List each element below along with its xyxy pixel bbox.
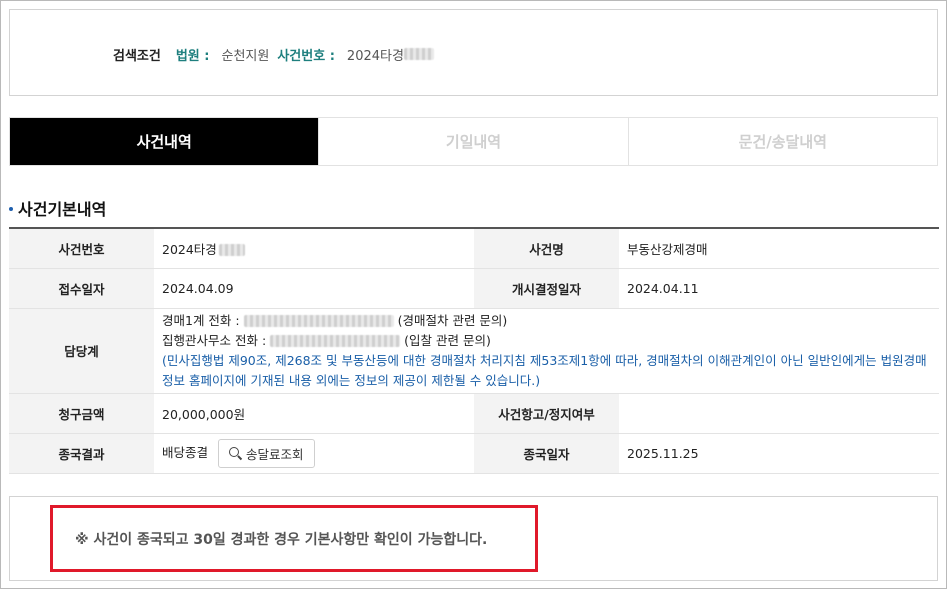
case-name-cell: 부동산강제경매 [619, 228, 939, 269]
search-condition-box: 검색조건 법원 : 순천지원 사건번호 : 2024타경 [9, 9, 938, 96]
final-date-cell: 2025.11.25 [619, 433, 939, 474]
final-date-header: 종국일자 [474, 433, 619, 474]
search-condition-title: 검색조건 [113, 48, 161, 64]
table-row: 종국결과 배당종결 송달료조회 종국일자 2025.11.25 [9, 433, 939, 474]
bullet-icon [9, 207, 13, 211]
section-title: 사건기본내역 [9, 196, 106, 220]
start-decision-date-header: 개시결정일자 [474, 268, 619, 309]
receipt-date-header: 접수일자 [9, 268, 154, 309]
table-row: 사건번호 2024타경 사건명 부동산강제경매 [9, 228, 939, 269]
claim-amount-cell: 20,000,000원 [154, 393, 474, 434]
table-row: 담당계 경매1계 전화 : (경매절차 관련 문의) 집행관사무소 전화 : (… [9, 308, 939, 394]
manager-phone-label: 경매1계 전화 : [162, 312, 240, 328]
notice-text: ※ 사건이 종국되고 30일 경과한 경우 기본사항만 확인이 가능합니다. [75, 531, 488, 548]
search-condition-row: 검색조건 법원 : 순천지원 사건번호 : 2024타경 [113, 44, 434, 64]
notice-box: ※ 사건이 종국되고 30일 경과한 경우 기본사항만 확인이 가능합니다. [9, 496, 938, 581]
manager-line-2: 집행관사무소 전화 : (입찰 관련 문의) [162, 331, 939, 351]
section-title-text: 사건기본내역 [18, 200, 107, 219]
final-result-header: 종국결과 [9, 433, 154, 474]
manager-phone-note: (경매절차 관련 문의) [397, 312, 508, 328]
final-result-cell: 배당종결 송달료조회 [154, 433, 474, 474]
bailiff-phone-label: 집행관사무소 전화 : [162, 332, 267, 348]
redacted-phone [270, 335, 401, 347]
case-number-value: 2024타경 [346, 48, 404, 64]
table-row: 접수일자 2024.04.09 개시결정일자 2024.04.11 [9, 268, 939, 309]
bailiff-phone-note: (입찰 관련 문의) [404, 332, 491, 348]
highlighted-notice: ※ 사건이 종국되고 30일 경과한 경우 기본사항만 확인이 가능합니다. [50, 505, 538, 572]
delivery-fee-lookup-label: 송달료조회 [246, 446, 304, 462]
tab-bar: 사건내역 기일내역 문건/송달내역 [9, 117, 938, 166]
receipt-date-cell: 2024.04.09 [154, 268, 474, 309]
delivery-fee-lookup-button[interactable]: 송달료조회 [218, 438, 315, 468]
final-result-text: 배당종결 [162, 444, 209, 460]
info-restriction-notice: (민사집행법 제90조, 제268조 및 부동산등에 대한 경매절차 처리지침 … [162, 352, 927, 388]
case-number-cell: 2024타경 [154, 228, 474, 269]
manager-line-1: 경매1계 전화 : (경매절차 관련 문의) [162, 311, 939, 331]
table-row: 청구금액 20,000,000원 사건항고/정지여부 [9, 393, 939, 434]
appeal-status-cell [619, 393, 939, 434]
redacted-case-number [218, 244, 245, 257]
tab-documents-delivery[interactable]: 문건/송달내역 [628, 118, 937, 165]
tab-case-details[interactable]: 사건내역 [10, 118, 320, 165]
court-value: 순천지원 [221, 48, 270, 64]
redacted-case-number [403, 48, 434, 60]
page-frame: 검색조건 법원 : 순천지원 사건번호 : 2024타경 사건내역 기일내역 문… [0, 0, 947, 589]
appeal-status-header: 사건항고/정지여부 [474, 393, 619, 434]
start-decision-date-cell: 2024.04.11 [619, 268, 939, 309]
case-info-table: 사건번호 2024타경 사건명 부동산강제경매 접수일자 2024.04.09 … [9, 227, 939, 474]
tab-schedule[interactable]: 기일내역 [319, 118, 629, 165]
case-number-header: 사건번호 [9, 228, 154, 269]
case-name-header: 사건명 [474, 228, 619, 269]
redacted-phone [243, 315, 394, 327]
court-label: 법원 : [175, 48, 210, 64]
manager-cell: 경매1계 전화 : (경매절차 관련 문의) 집행관사무소 전화 : (입찰 관… [154, 308, 939, 394]
search-icon [229, 446, 242, 460]
case-number-text: 2024타경 [162, 241, 217, 257]
manager-header: 담당계 [9, 308, 154, 394]
case-number-label: 사건번호 : [277, 48, 335, 64]
claim-amount-header: 청구금액 [9, 393, 154, 434]
